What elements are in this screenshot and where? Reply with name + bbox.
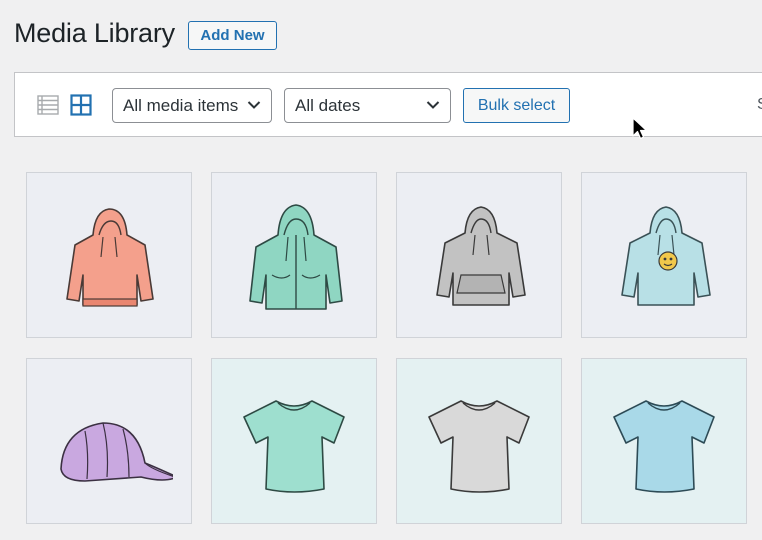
date-filter[interactable]: All dates <box>284 88 451 123</box>
media-type-filter-value: All media items <box>123 95 239 115</box>
add-new-button[interactable]: Add New <box>188 21 277 50</box>
media-type-filter[interactable]: All media items <box>112 88 272 123</box>
media-item-hoodie-orange[interactable] <box>26 172 192 338</box>
pocket-hoodie-image <box>436 206 526 306</box>
search-label-partial: S <box>757 96 762 114</box>
grid-view-icon[interactable] <box>70 94 92 116</box>
media-item-cap-purple[interactable] <box>26 358 192 524</box>
hoodie-image <box>66 208 154 307</box>
media-toolbar: All media items All dates Bulk select S <box>14 72 762 137</box>
t-shirt-image <box>428 400 530 493</box>
chevron-down-icon <box>247 101 261 109</box>
bulk-select-button[interactable]: Bulk select <box>463 88 570 123</box>
cap-image <box>60 422 173 482</box>
list-view-icon[interactable] <box>37 95 59 115</box>
media-item-tshirt-blue[interactable] <box>581 358 747 524</box>
media-item-tshirt-gray[interactable] <box>396 358 562 524</box>
date-filter-value: All dates <box>295 95 361 115</box>
media-item-hoodie-blue[interactable] <box>581 172 747 338</box>
hoodie-with-logo-image <box>621 206 711 306</box>
chevron-down-icon <box>426 101 440 109</box>
zip-hoodie-image <box>249 204 343 310</box>
media-item-hoodie-gray[interactable] <box>396 172 562 338</box>
t-shirt-image <box>613 400 715 493</box>
media-item-zip-hoodie-green[interactable] <box>211 172 377 338</box>
page-title: Media Library <box>14 18 175 48</box>
media-item-tshirt-green[interactable] <box>211 358 377 524</box>
t-shirt-image <box>243 400 345 493</box>
mouse-pointer-icon <box>632 117 648 140</box>
